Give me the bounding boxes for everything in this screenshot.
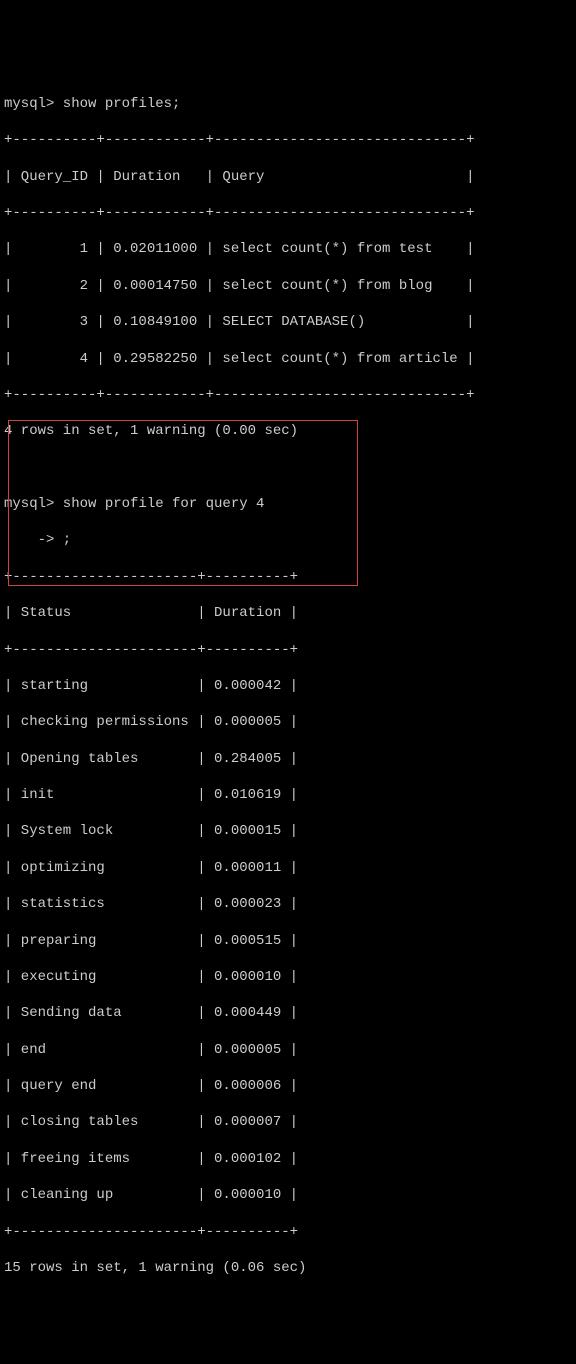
table2-sep-bot: +----------------------+----------+	[4, 1223, 572, 1241]
table2-row: | statistics | 0.000023 |	[4, 895, 572, 913]
blank-line	[4, 459, 572, 477]
table2-row: | init | 0.010619 |	[4, 786, 572, 804]
table2-row: | starting | 0.000042 |	[4, 677, 572, 695]
table2-row: | cleaning up | 0.000010 |	[4, 1186, 572, 1204]
table1-header: | Query_ID | Duration | Query |	[4, 168, 572, 186]
mysql-prompt-1: mysql> show profiles;	[4, 95, 572, 113]
result-2: 15 rows in set, 1 warning (0.06 sec)	[4, 1259, 572, 1277]
table2-row: | checking permissions | 0.000005 |	[4, 713, 572, 731]
table2-row: | optimizing | 0.000011 |	[4, 859, 572, 877]
table1-sep-mid: +----------+------------+---------------…	[4, 204, 572, 222]
table1-row: | 4 | 0.29582250 | select count(*) from …	[4, 350, 572, 368]
mysql-prompt-2-cont: -> ;	[4, 531, 572, 549]
table2-row: | System lock | 0.000015 |	[4, 822, 572, 840]
table1-row: | 3 | 0.10849100 | SELECT DATABASE() |	[4, 313, 572, 331]
table2-row: | Opening tables | 0.284005 |	[4, 750, 572, 768]
result-1: 4 rows in set, 1 warning (0.00 sec)	[4, 422, 572, 440]
table2-sep-top: +----------------------+----------+	[4, 568, 572, 586]
mysql-prompt-2: mysql> show profile for query 4	[4, 495, 572, 513]
table1-row: | 1 | 0.02011000 | select count(*) from …	[4, 240, 572, 258]
table2-row: | query end | 0.000006 |	[4, 1077, 572, 1095]
table2-row: | end | 0.000005 |	[4, 1041, 572, 1059]
table2-sep-mid: +----------------------+----------+	[4, 641, 572, 659]
table2-row: | Sending data | 0.000449 |	[4, 1004, 572, 1022]
table1-sep-top: +----------+------------+---------------…	[4, 131, 572, 149]
terminal-output: mysql> show profiles; +----------+------…	[4, 77, 572, 1314]
table1-row: | 2 | 0.00014750 | select count(*) from …	[4, 277, 572, 295]
table1-sep-bot: +----------+------------+---------------…	[4, 386, 572, 404]
table2-row: | freeing items | 0.000102 |	[4, 1150, 572, 1168]
table2-row: | executing | 0.000010 |	[4, 968, 572, 986]
table2-header: | Status | Duration |	[4, 604, 572, 622]
table2-row: | preparing | 0.000515 |	[4, 932, 572, 950]
table2-row: | closing tables | 0.000007 |	[4, 1113, 572, 1131]
